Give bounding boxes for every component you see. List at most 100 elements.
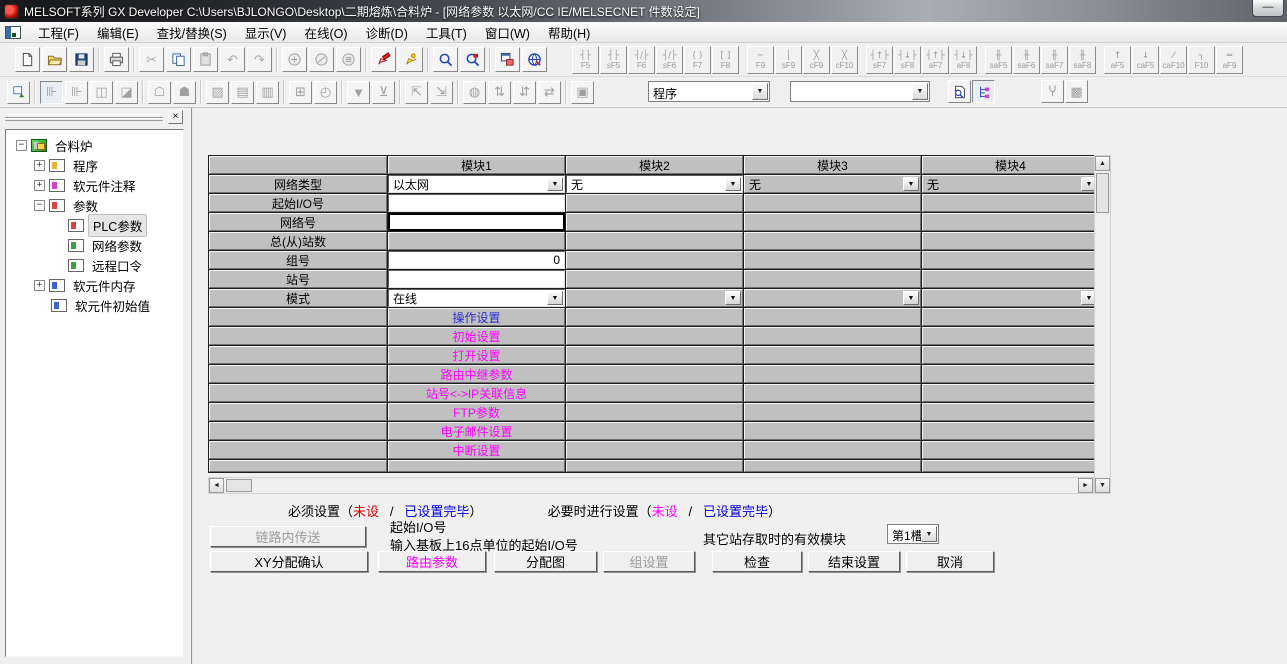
group-no-module1-input[interactable]: 0 [388, 251, 565, 269]
copy-icon[interactable] [166, 47, 191, 72]
menu-edit[interactable]: 编辑(E) [88, 21, 148, 44]
empty-cell [744, 327, 921, 345]
operation-settings-link[interactable]: 操作设置 [388, 308, 565, 326]
zoom-find-replace-icon[interactable] [460, 47, 485, 72]
chevron-down-icon[interactable]: ▼ [921, 526, 937, 542]
network-type-module3-dropdown[interactable]: 无▼ [744, 175, 921, 193]
tree-item-remote-password[interactable]: 远程口令 [6, 255, 183, 275]
download-icon[interactable] [7, 81, 30, 104]
tree-item-plc-parameter[interactable]: PLC参数 [6, 215, 183, 235]
save-icon[interactable] [69, 47, 94, 72]
menu-window[interactable]: 窗口(W) [476, 21, 539, 44]
routing-relay-parameters-link[interactable]: 路由中继参数 [388, 365, 565, 383]
start-io-module1-input[interactable] [388, 194, 565, 212]
tree-item-program[interactable]: + 程序 [6, 155, 183, 175]
tree-item-device-init-value[interactable]: 软元件初始值 [6, 295, 183, 315]
chevron-down-icon[interactable]: ▼ [725, 291, 741, 305]
network-type-module4-dropdown[interactable]: 无▼ [922, 175, 1099, 193]
ladder-down-button: ↓caF5 [1132, 46, 1159, 74]
program-type-combo[interactable]: 程序 ▼ [648, 81, 770, 102]
ladder-mode-icon[interactable]: ⊪ [40, 81, 63, 104]
menu-view[interactable]: 显示(V) [236, 21, 296, 44]
row-label-network-type: 网络类型 [209, 175, 387, 193]
mode-module3-dropdown[interactable]: ▼ [744, 289, 921, 307]
sfc-mode-icon: ⊪ [65, 81, 88, 104]
check-button[interactable]: 检查 [712, 551, 802, 572]
new-icon[interactable] [15, 47, 40, 72]
network-no-module1-input[interactable] [388, 213, 565, 231]
chevron-down-icon[interactable]: ▼ [547, 291, 563, 305]
tree-item-device-comment[interactable]: + 软元件注释 [6, 175, 183, 195]
menu-find-replace[interactable]: 查找/替换(S) [148, 21, 236, 44]
minimize-button[interactable]: — [1252, 0, 1284, 17]
email-settings-link[interactable]: 电子邮件设置 [388, 422, 565, 440]
start-io-module2-cell [566, 194, 743, 212]
xy-assignment-confirm-button[interactable]: XY分配确认 [210, 551, 368, 572]
window-split-icon[interactable] [495, 47, 520, 72]
chevron-down-icon[interactable]: ▼ [912, 83, 928, 100]
vertical-scroll-thumb[interactable] [1096, 173, 1109, 213]
table-vertical-scrollbar[interactable]: ▲ ▼ [1094, 155, 1111, 494]
plc-parameter-icon [68, 219, 84, 232]
network-type-module1-dropdown[interactable]: 以太网▼ [388, 175, 565, 193]
expand-icon[interactable]: + [34, 280, 45, 291]
ladder-symbol-icon[interactable] [398, 47, 423, 72]
chevron-down-icon[interactable]: ▼ [547, 177, 563, 191]
print-icon[interactable] [104, 47, 129, 72]
chevron-down-icon[interactable]: ▼ [903, 291, 919, 305]
parameter-sheet-icon[interactable] [948, 80, 971, 103]
valid-module-slot-combo[interactable]: 第1槽 ▼ [887, 524, 939, 544]
menu-online[interactable]: 在线(O) [295, 21, 356, 44]
station-no-module1-input[interactable] [388, 270, 565, 288]
scroll-down-icon[interactable]: ▼ [1095, 478, 1110, 493]
note-display-icon: ▥ [256, 81, 279, 104]
menu-diagnostics[interactable]: 诊断(D) [357, 21, 417, 44]
project-find-icon[interactable] [522, 47, 547, 72]
open-settings-link[interactable]: 打开设置 [388, 346, 565, 364]
mode-module2-dropdown[interactable]: ▼ [566, 289, 743, 307]
network-parameter-icon [68, 239, 84, 252]
horizontal-scroll-thumb[interactable] [226, 479, 252, 492]
ladder-write-icon[interactable] [371, 47, 396, 72]
finish-setup-button[interactable]: 结束设置 [808, 551, 900, 572]
collapse-icon[interactable]: − [34, 200, 45, 211]
dock-drag-handle[interactable] [5, 114, 163, 121]
open-icon[interactable] [42, 47, 67, 72]
initial-settings-link[interactable]: 初始设置 [388, 327, 565, 345]
expand-icon[interactable]: + [34, 180, 45, 191]
mode-module1-dropdown[interactable]: 在线▼ [388, 289, 565, 307]
scroll-left-icon[interactable]: ◄ [209, 478, 224, 493]
ftp-parameters-link[interactable]: FTP参数 [388, 403, 565, 421]
ladder-pulse-op2-button: ╫saF6 [1013, 46, 1040, 74]
chevron-down-icon[interactable]: ▼ [725, 177, 741, 191]
menu-tools[interactable]: 工具(T) [417, 21, 476, 44]
network-type-module2-dropdown[interactable]: 无▼ [566, 175, 743, 193]
tree-item-network-parameter[interactable]: 网络参数 [6, 235, 183, 255]
empty-label-cell [209, 403, 387, 421]
data-name-combo[interactable]: ▼ [790, 81, 930, 102]
close-icon[interactable]: × [168, 110, 183, 124]
routing-parameters-button[interactable]: 路由参数 [378, 551, 486, 572]
chevron-down-icon[interactable]: ▼ [903, 177, 919, 191]
scroll-right-icon[interactable]: ► [1078, 478, 1093, 493]
menu-help[interactable]: 帮助(H) [539, 21, 599, 44]
interrupt-settings-link[interactable]: 中断设置 [388, 441, 565, 459]
project-tree-toggle-icon[interactable] [972, 80, 995, 103]
scroll-up-icon[interactable]: ▲ [1095, 156, 1110, 171]
tree-item-device-memory[interactable]: + 软元件内存 [6, 275, 183, 295]
column-header-module1: 模块1 [388, 156, 565, 174]
collapse-icon[interactable]: − [16, 140, 27, 151]
mode-module4-dropdown[interactable]: ▼ [922, 289, 1099, 307]
assignment-chart-button[interactable]: 分配图 [494, 551, 597, 572]
table-horizontal-scrollbar[interactable]: ◄ ► [208, 477, 1094, 494]
tree-item-parameter[interactable]: − 参数 [6, 195, 183, 215]
chevron-down-icon[interactable]: ▼ [752, 83, 768, 100]
cancel-button[interactable]: 取消 [906, 551, 994, 572]
menu-project[interactable]: 工程(F) [29, 21, 88, 44]
tree-root-heliaolu[interactable]: − 合料炉 [6, 135, 183, 155]
zoom-find-icon[interactable] [433, 47, 458, 72]
step-stop-icon: ⊻ [372, 81, 395, 104]
station-ip-info-link[interactable]: 站号<->IP关联信息 [388, 384, 565, 402]
expand-icon[interactable]: + [34, 160, 45, 171]
mdi-child-icon[interactable] [5, 26, 21, 39]
